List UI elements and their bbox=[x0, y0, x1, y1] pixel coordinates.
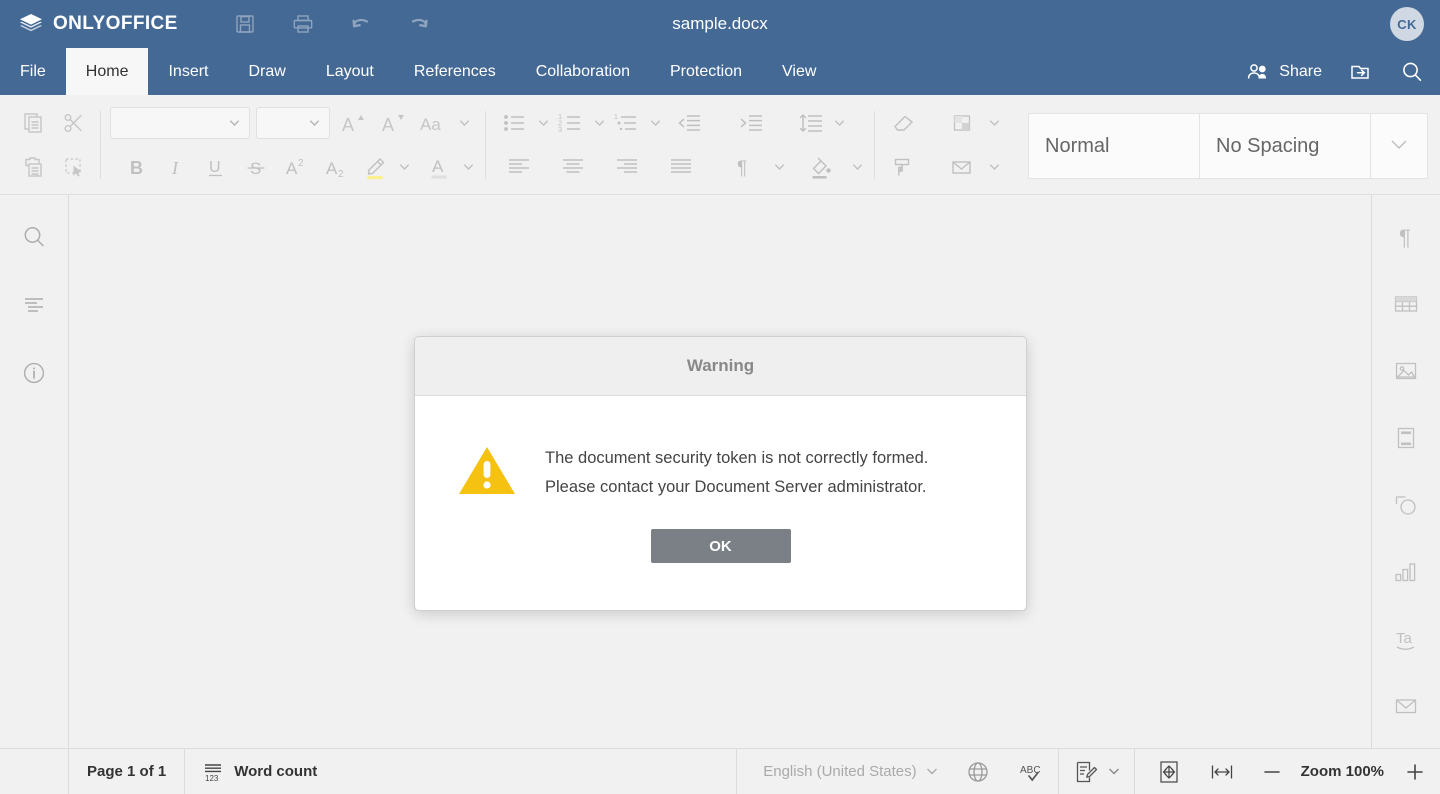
dialog-message: The document security token is not corre… bbox=[545, 444, 928, 502]
modal-overlay: Warning The document security token is n… bbox=[0, 0, 1440, 794]
dialog-title: Warning bbox=[415, 337, 1026, 396]
ok-button[interactable]: OK bbox=[650, 529, 791, 563]
warning-triangle-icon bbox=[457, 444, 517, 503]
dialog-message-line1: The document security token is not corre… bbox=[545, 449, 929, 467]
onlyoffice-document-editor: ONLYOFFICE sample.docx CK File Home Inse… bbox=[0, 0, 1440, 794]
dialog-body: The document security token is not corre… bbox=[415, 396, 1026, 610]
dialog-message-row: The document security token is not corre… bbox=[415, 396, 1026, 503]
dialog-message-line2: Please contact your Document Server admi… bbox=[545, 478, 927, 496]
dialog-footer: OK bbox=[415, 503, 1026, 563]
warning-dialog: Warning The document security token is n… bbox=[414, 336, 1027, 611]
